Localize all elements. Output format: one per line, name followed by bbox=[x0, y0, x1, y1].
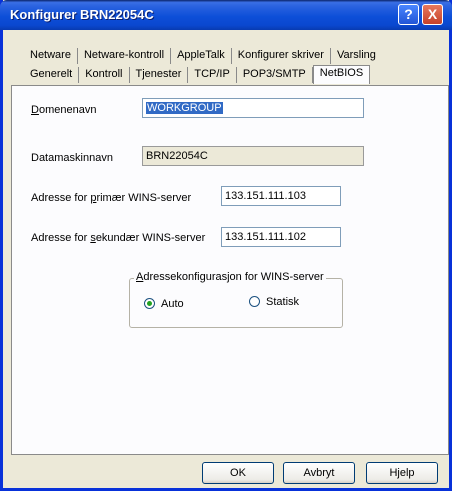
statisk-radio[interactable] bbox=[249, 296, 260, 307]
close-button[interactable]: X bbox=[422, 4, 443, 25]
tab-varsling[interactable]: Varsling bbox=[331, 48, 382, 64]
statisk-radio-label[interactable]: Statisk bbox=[266, 296, 299, 308]
primary-wins-label: Adresse for primær WINS-server bbox=[31, 192, 192, 204]
cancel-button[interactable]: Avbryt bbox=[283, 462, 355, 484]
tab-pop3-smtp[interactable]: POP3/SMTP bbox=[237, 67, 313, 83]
tab-konfigurer-skriver[interactable]: Konfigurer skriver bbox=[232, 48, 331, 64]
tab-row-front: Generelt Kontroll Tjenester TCP/IP POP3/… bbox=[24, 65, 371, 84]
tab-generelt[interactable]: Generelt bbox=[24, 67, 80, 83]
title-bar[interactable]: Konfigurer BRN22054C ? X bbox=[0, 0, 452, 30]
domain-input[interactable]: WORKGROUP bbox=[142, 98, 364, 118]
tab-tjenester[interactable]: Tjenester bbox=[130, 67, 189, 83]
close-icon: X bbox=[427, 6, 438, 22]
domain-label: Domenenavn bbox=[31, 104, 97, 116]
tab-appletalk[interactable]: AppleTalk bbox=[171, 48, 232, 64]
ok-button[interactable]: OK bbox=[202, 462, 274, 484]
domain-value: WORKGROUP bbox=[146, 102, 223, 114]
computer-name-label: Datamaskinnavn bbox=[31, 152, 113, 164]
tab-netware[interactable]: Netware bbox=[24, 48, 78, 64]
help-title-button[interactable]: ? bbox=[398, 4, 419, 25]
tab-panel-netbios: Domenenavn WORKGROUP Datamaskinnavn BRN2… bbox=[11, 85, 449, 455]
help-button[interactable]: Hjelp bbox=[366, 462, 438, 484]
radio-selected-dot bbox=[147, 301, 152, 306]
computer-name-field: BRN22054C bbox=[142, 146, 364, 166]
question-icon: ? bbox=[404, 6, 413, 22]
primary-wins-input[interactable]: 133.151.111.103 bbox=[221, 186, 341, 206]
tab-netbios[interactable]: NetBIOS bbox=[312, 65, 371, 84]
wins-config-legend: Adressekonfigurasjon for WINS-server bbox=[134, 271, 326, 283]
tab-tcpip[interactable]: TCP/IP bbox=[188, 67, 237, 83]
auto-radio[interactable] bbox=[144, 298, 155, 309]
secondary-wins-label: Adresse for sekundær WINS-server bbox=[31, 232, 206, 244]
auto-radio-label[interactable]: Auto bbox=[161, 298, 184, 310]
tab-kontroll[interactable]: Kontroll bbox=[79, 67, 130, 83]
wins-config-group: Adressekonfigurasjon for WINS-server Aut… bbox=[129, 271, 343, 328]
tab-netware-kontroll[interactable]: Netware-kontroll bbox=[78, 48, 172, 64]
window-title: Konfigurer BRN22054C bbox=[10, 7, 154, 22]
tab-row-back: Netware Netware-kontroll AppleTalk Konfi… bbox=[24, 48, 382, 64]
secondary-wins-input[interactable]: 133.151.111.102 bbox=[221, 227, 341, 247]
